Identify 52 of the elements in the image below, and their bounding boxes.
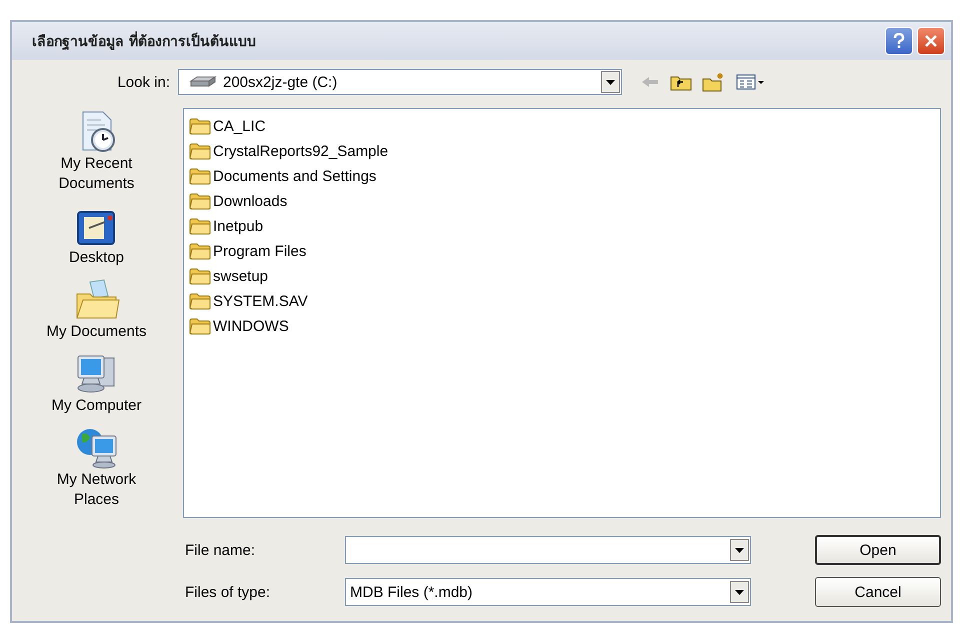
folder-icon [189,293,211,310]
file-name-field[interactable] [345,536,751,564]
folder-name[interactable]: CrystalReports92_Sample [213,143,388,160]
folder-icon [189,268,211,285]
folder-icon [189,318,211,335]
cancel-button[interactable]: Cancel [815,577,941,607]
dropdown-button[interactable] [730,581,749,603]
close-icon [924,34,938,48]
folder-name[interactable]: Inetpub [213,218,264,235]
drive-icon [189,76,217,88]
folder-icon [189,243,211,260]
places-label: Desktop [68,248,124,268]
places-item[interactable]: My Network Places [36,424,156,510]
places-label: My Documents [46,322,147,342]
places-label: My Network Places [56,470,138,510]
close-button[interactable] [917,27,945,55]
folder-name[interactable]: Documents and Settings [213,168,376,185]
look-in-label: Look in: [116,74,171,90]
look-in-value: 200sx2jz-gte (C:) [223,74,338,90]
look-in-dropdown[interactable]: 200sx2jz-gte (C:) [178,69,622,95]
new-folder-icon[interactable] [702,72,726,92]
folder-name[interactable]: WINDOWS [213,318,289,335]
dropdown-button[interactable] [601,71,620,93]
folder-icon [189,118,211,135]
question-mark-icon [892,33,906,49]
folder-name[interactable]: CA_LIC [213,118,266,135]
dropdown-button[interactable] [730,539,749,561]
places-item[interactable]: My Computer [36,350,156,416]
window-title: เลือกฐานข้อมูล ที่ต้องการเป็นต้นแบบ [32,30,256,52]
folder-name[interactable]: Program Files [213,243,306,260]
folder-name[interactable]: swsetup [213,268,268,285]
caret-icon [735,590,744,594]
folder-icon [189,143,211,160]
folder-name[interactable]: Downloads [213,193,288,210]
places-item[interactable]: Desktop [36,202,156,268]
folder-icon [189,168,211,185]
folder-icon [189,218,211,235]
caret-icon [735,548,744,552]
places-item[interactable]: My Recent Documents [36,108,156,194]
file-name-label: File name: [184,542,256,558]
places-item[interactable]: My Documents [36,276,156,342]
files-of-type-label: Files of type: [184,584,272,600]
file-type-dropdown[interactable]: MDB Files (*.mdb) [345,578,751,606]
caret-icon [606,80,615,84]
open-button[interactable]: Open [815,535,941,565]
places-label: My Computer [51,396,142,416]
folder-icon [189,193,211,210]
places-label: My Recent Documents [58,154,136,194]
views-menu-icon[interactable] [736,74,766,90]
file-type-value: MDB Files (*.mdb) [350,584,474,600]
folder-name[interactable]: SYSTEM.SAV [213,293,308,310]
help-button[interactable] [885,27,913,55]
